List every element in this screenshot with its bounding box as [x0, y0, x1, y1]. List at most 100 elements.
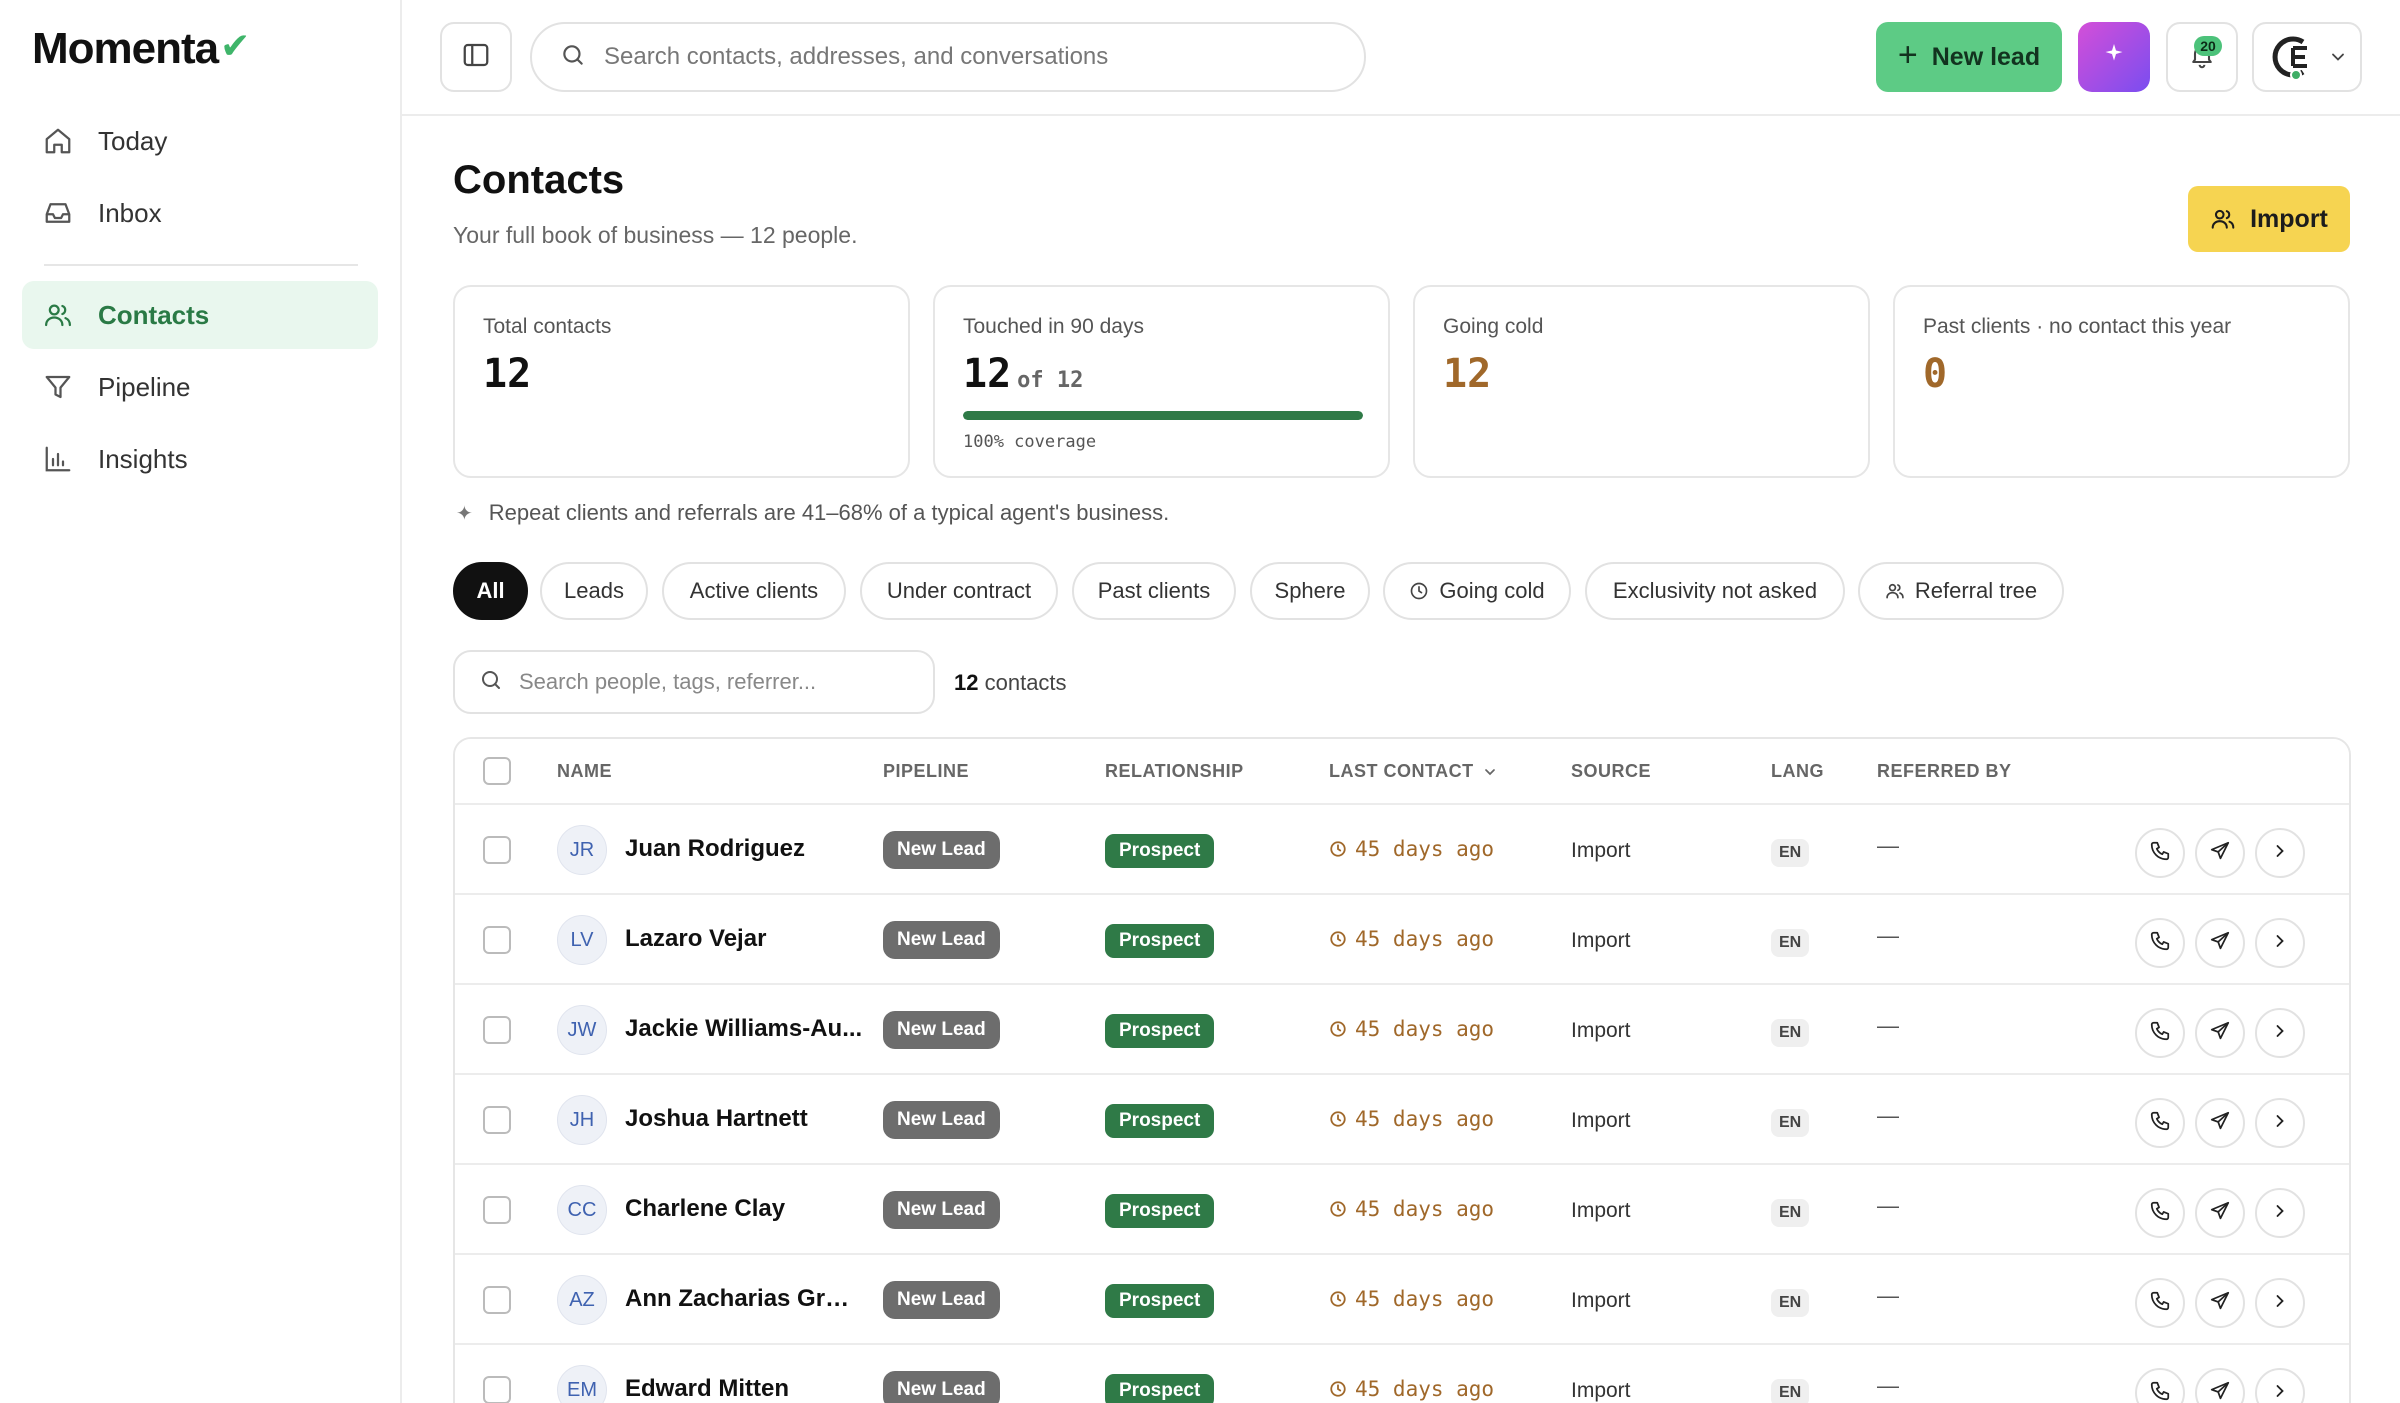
filter-chip-sphere[interactable]: Sphere: [1250, 562, 1370, 620]
call-button[interactable]: [2135, 918, 2185, 968]
users-icon: [2210, 206, 2236, 232]
table-row[interactable]: AZ Ann Zacharias Gros... New Lead Prospe…: [455, 1255, 2349, 1345]
app-logo[interactable]: Momenta ✔: [32, 24, 250, 74]
column-header-last-contact[interactable]: LAST CONTACT: [1329, 761, 1498, 782]
users-icon: [1885, 581, 1905, 601]
open-contact-button[interactable]: [2255, 1008, 2305, 1058]
open-contact-button[interactable]: [2255, 828, 2305, 878]
stat-value: 12: [963, 351, 1012, 397]
table-row[interactable]: LV Lazaro Vejar New Lead Prospect 45 day…: [455, 895, 2349, 985]
last-contact-text: 45 days ago: [1355, 1377, 1495, 1401]
row-checkbox[interactable]: [483, 1376, 511, 1403]
sidebar-toggle-button[interactable]: [440, 22, 512, 92]
contact-name[interactable]: Jackie Williams-Au...: [625, 1015, 863, 1043]
send-message-button[interactable]: [2195, 1278, 2245, 1328]
row-checkbox[interactable]: [483, 1106, 511, 1134]
table-row[interactable]: JR Juan Rodriguez New Lead Prospect 45 d…: [455, 805, 2349, 895]
call-button[interactable]: [2135, 1188, 2185, 1238]
chip-label: Sphere: [1274, 578, 1346, 603]
source-text: Import: [1571, 1199, 1631, 1222]
send-icon: [2209, 1020, 2231, 1047]
contact-name[interactable]: Lazaro Vejar: [625, 925, 863, 953]
table-row[interactable]: EM Edward Mitten New Lead Prospect 45 da…: [455, 1345, 2349, 1403]
filter-chip-active-clients[interactable]: Active clients: [662, 562, 846, 620]
table-row[interactable]: JW Jackie Williams-Au... New Lead Prospe…: [455, 985, 2349, 1075]
referred-by-text: —: [1877, 923, 1899, 948]
send-message-button[interactable]: [2195, 1098, 2245, 1148]
global-search-input[interactable]: Search contacts, addresses, and conversa…: [530, 22, 1366, 92]
source-text: Import: [1571, 1109, 1631, 1132]
column-header-source[interactable]: SOURCE: [1571, 761, 1651, 782]
contacts-search-input[interactable]: Search people, tags, referrer...: [453, 650, 935, 714]
chip-label: Exclusivity not asked: [1612, 578, 1818, 603]
contacts-search-placeholder: Search people, tags, referrer...: [519, 669, 817, 694]
last-contact-text: 45 days ago: [1355, 1017, 1495, 1041]
send-message-button[interactable]: [2195, 918, 2245, 968]
sidebar-item-contacts[interactable]: Contacts: [22, 281, 378, 349]
filter-chip-all[interactable]: All: [453, 562, 528, 620]
call-button[interactable]: [2135, 828, 2185, 878]
filter-chip-leads[interactable]: Leads: [540, 562, 648, 620]
row-checkbox[interactable]: [483, 1016, 511, 1044]
phone-icon: [2149, 930, 2171, 957]
sidebar-item-inbox[interactable]: Inbox: [22, 179, 378, 247]
call-button[interactable]: [2135, 1368, 2185, 1403]
send-message-button[interactable]: [2195, 1008, 2245, 1058]
last-contact: 45 days ago: [1329, 1017, 1494, 1041]
open-contact-button[interactable]: [2255, 918, 2305, 968]
open-contact-button[interactable]: [2255, 1368, 2305, 1403]
filter-chip-past-clients[interactable]: Past clients: [1072, 562, 1236, 620]
last-contact: 45 days ago: [1329, 837, 1494, 861]
call-button[interactable]: [2135, 1098, 2185, 1148]
table-row[interactable]: CC Charlene Clay New Lead Prospect 45 da…: [455, 1165, 2349, 1255]
call-button[interactable]: [2135, 1008, 2185, 1058]
table-row[interactable]: JH Joshua Hartnett New Lead Prospect 45 …: [455, 1075, 2349, 1165]
column-header-pipeline[interactable]: PIPELINE: [883, 761, 969, 782]
plus-icon: +: [1897, 35, 1918, 74]
row-checkbox[interactable]: [483, 836, 511, 864]
account-menu-button[interactable]: [2252, 22, 2362, 92]
send-message-button[interactable]: [2195, 1188, 2245, 1238]
import-button[interactable]: Import: [2188, 186, 2350, 252]
sidebar-item-today[interactable]: Today: [22, 107, 378, 175]
sidebar-item-insights[interactable]: Insights: [22, 425, 378, 493]
sidebar: Momenta ✔ Today Inbox Contacts Pipeline …: [0, 0, 402, 1403]
filter-chip-going-cold[interactable]: Going cold: [1383, 562, 1571, 620]
select-all-checkbox[interactable]: [483, 757, 511, 785]
contact-name[interactable]: Charlene Clay: [625, 1195, 863, 1223]
open-contact-button[interactable]: [2255, 1278, 2305, 1328]
import-label: Import: [2250, 204, 2328, 233]
open-contact-button[interactable]: [2255, 1188, 2305, 1238]
contact-name[interactable]: Juan Rodriguez: [625, 835, 863, 863]
send-message-button[interactable]: [2195, 1368, 2245, 1403]
call-button[interactable]: [2135, 1278, 2185, 1328]
bar-chart-icon: [42, 443, 74, 475]
filter-chip-exclusivity-not-asked[interactable]: Exclusivity not asked: [1585, 562, 1845, 620]
filter-chip-referral-tree[interactable]: Referral tree: [1858, 562, 2064, 620]
open-contact-button[interactable]: [2255, 1098, 2305, 1148]
send-message-button[interactable]: [2195, 828, 2245, 878]
column-header-lang[interactable]: LANG: [1771, 761, 1824, 782]
sidebar-item-pipeline[interactable]: Pipeline: [22, 353, 378, 421]
contact-name[interactable]: Edward Mitten: [625, 1375, 863, 1403]
notifications-button[interactable]: 20: [2166, 22, 2238, 92]
contact-name[interactable]: Joshua Hartnett: [625, 1105, 863, 1133]
sidebar-item-label: Pipeline: [98, 371, 191, 402]
column-header-relationship[interactable]: RELATIONSHIP: [1105, 761, 1244, 782]
row-checkbox[interactable]: [483, 926, 511, 954]
row-checkbox[interactable]: [483, 1196, 511, 1224]
contact-name[interactable]: Ann Zacharias Gros...: [625, 1285, 863, 1313]
chip-label: Referral tree: [1914, 578, 2038, 603]
column-header-referred-by[interactable]: REFERRED BY: [1877, 761, 2012, 782]
stat-card-touched: Touched in 90 days 12 of 12 100% coverage: [933, 285, 1390, 478]
clock-icon: [1329, 1110, 1347, 1128]
global-search-placeholder: Search contacts, addresses, and conversa…: [604, 43, 1109, 70]
row-checkbox[interactable]: [483, 1286, 511, 1314]
column-header-name[interactable]: NAME: [557, 761, 612, 782]
ai-assistant-button[interactable]: [2078, 22, 2150, 92]
filter-chip-under-contract[interactable]: Under contract: [860, 562, 1058, 620]
last-contact-text: 45 days ago: [1355, 1197, 1495, 1221]
avatar: AZ: [557, 1275, 607, 1325]
new-lead-button[interactable]: + New lead: [1876, 22, 2062, 92]
coverage-progress-bar: [963, 411, 1363, 420]
